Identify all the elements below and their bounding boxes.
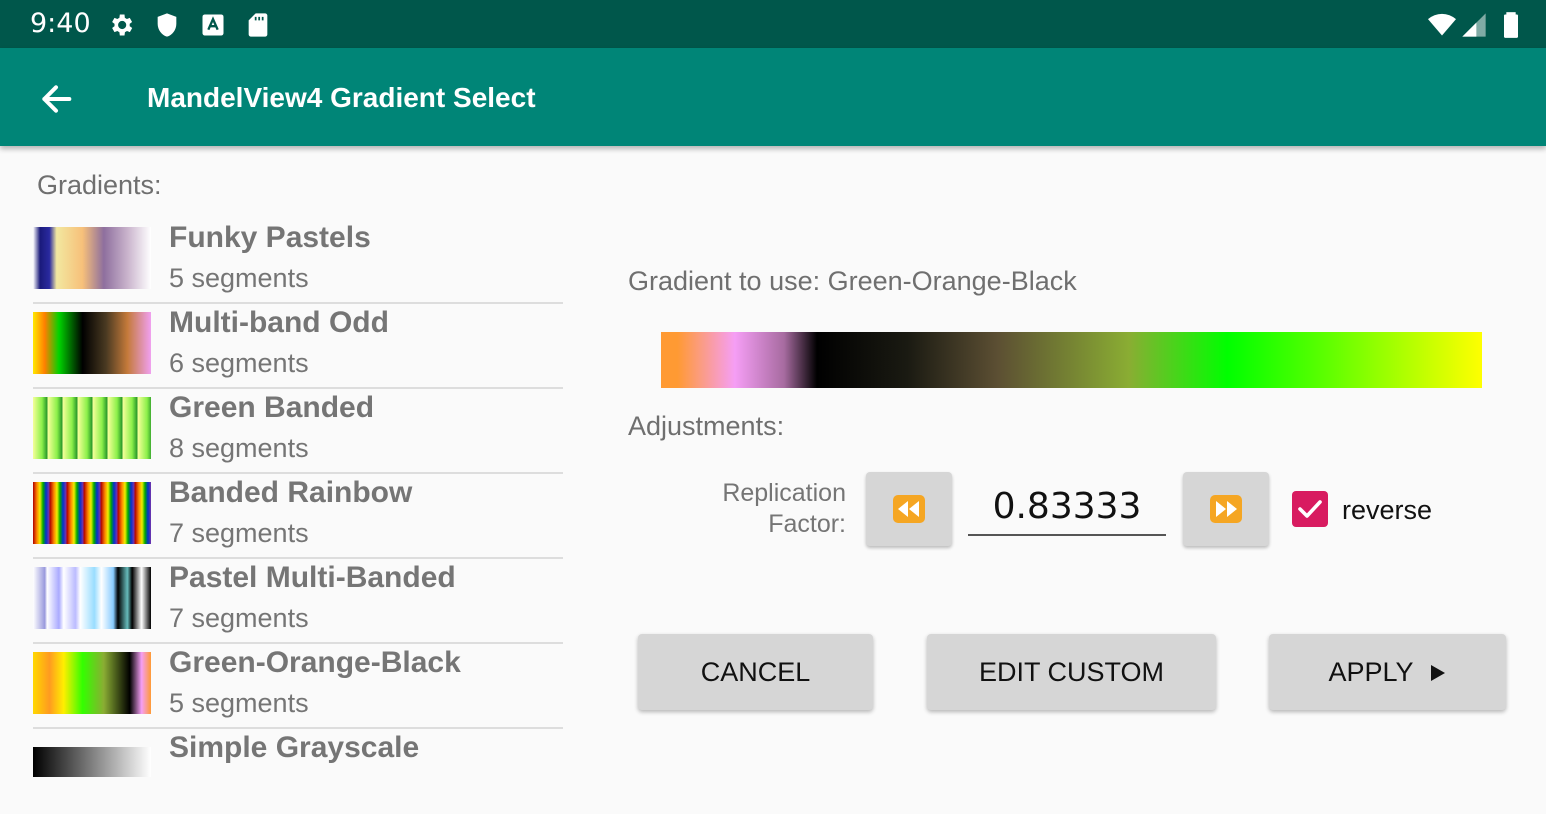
gradient-name: Funky Pastels — [169, 221, 371, 254]
gradient-item-green-banded[interactable]: Green Banded 8 segments — [33, 389, 563, 474]
gradient-segments: 5 segments — [169, 263, 309, 293]
gradient-swatch — [33, 482, 151, 544]
gradient-name: Banded Rainbow — [169, 476, 413, 509]
arrow-back-icon[interactable] — [36, 79, 76, 119]
gradient-swatch — [33, 397, 151, 459]
app-bar: MandelView4 Gradient Select — [0, 48, 1546, 146]
gradient-segments: 7 segments — [169, 518, 309, 548]
reverse-label[interactable]: reverse — [1342, 495, 1432, 525]
page-title: MandelView4 Gradient Select — [147, 82, 536, 113]
sd-card-icon — [248, 13, 268, 37]
reverse-checkbox[interactable] — [1292, 491, 1328, 527]
gradient-item-simple-grayscale[interactable]: Simple Grayscale — [33, 729, 563, 814]
gradient-item-multi-band-odd[interactable]: Multi-band Odd 6 segments — [33, 304, 563, 389]
gradients-label: Gradients: — [37, 170, 162, 200]
gradient-segments: 8 segments — [169, 433, 309, 463]
gradient-item-pastel-multi-banded[interactable]: Pastel Multi-Banded 7 segments — [33, 559, 563, 644]
cancel-button[interactable]: CANCEL — [638, 634, 873, 710]
replication-factor-label: Replication Factor: — [722, 479, 846, 538]
shield-icon — [157, 13, 177, 37]
gradient-preview — [661, 332, 1482, 388]
gradient-segments: 6 segments — [169, 348, 309, 378]
apply-button-label: APPLY — [1328, 657, 1414, 687]
gradient-swatch — [33, 567, 151, 629]
gradient-name: Multi-band Odd — [169, 306, 389, 339]
gradient-swatch — [33, 652, 151, 714]
edit-custom-button-label: EDIT CUSTOM — [978, 657, 1165, 687]
gradient-name: Simple Grayscale — [169, 731, 420, 764]
apply-button[interactable]: APPLY — [1269, 634, 1506, 710]
status-time: 9:40 — [30, 8, 91, 39]
a-app-icon — [202, 14, 224, 36]
increase-button[interactable] — [1183, 472, 1269, 546]
adjustments-label: Adjustments: — [628, 411, 785, 441]
play-icon — [1430, 665, 1445, 681]
fast-forward-icon — [1210, 495, 1242, 523]
rewind-icon — [893, 495, 925, 523]
gradient-swatch — [33, 747, 151, 777]
cellular-signal-icon — [1462, 13, 1486, 37]
gradient-item-banded-rainbow[interactable]: Banded Rainbow 7 segments — [33, 474, 563, 559]
gradient-swatch — [33, 227, 151, 289]
gradient-name: Pastel Multi-Banded — [169, 561, 456, 594]
gear-icon — [112, 14, 133, 36]
gradient-item-green-orange-black[interactable]: Green-Orange-Black 5 segments — [33, 644, 563, 729]
gradient-segments: 7 segments — [169, 603, 309, 633]
wifi-icon — [1428, 13, 1456, 36]
cancel-button-label: CANCEL — [700, 657, 811, 687]
gradient-name: Green-Orange-Black — [169, 646, 461, 679]
gradient-list: Funky Pastels 5 segments Multi-band Odd … — [33, 219, 563, 814]
replication-factor-input[interactable]: 0.83333 — [968, 482, 1166, 536]
check-icon — [1298, 500, 1322, 518]
edit-custom-button[interactable]: EDIT CUSTOM — [927, 634, 1216, 710]
gradient-segments: 5 segments — [169, 688, 309, 718]
decrease-button[interactable] — [866, 472, 952, 546]
gradient-swatch — [33, 312, 151, 374]
gradient-to-use-label: Gradient to use: Green-Orange-Black — [628, 266, 1077, 296]
status-bar: 9:40 — [0, 0, 1546, 48]
gradient-item-funky-pastels[interactable]: Funky Pastels 5 segments — [33, 219, 563, 304]
battery-icon — [1504, 12, 1518, 38]
gradient-name: Green Banded — [169, 391, 375, 424]
